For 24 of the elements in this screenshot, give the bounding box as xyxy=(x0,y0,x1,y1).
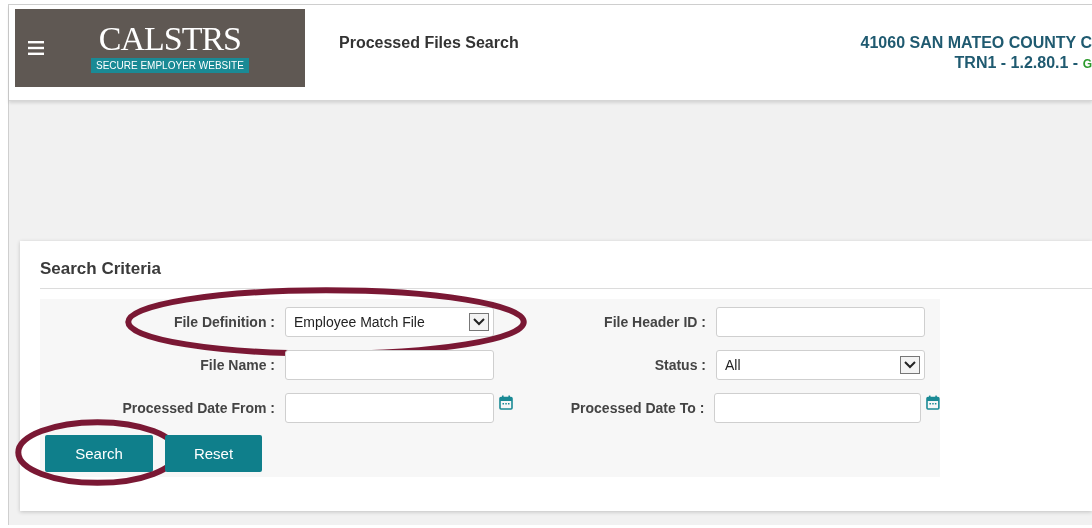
logo-tagline: SECURE EMPLOYER WEBSITE xyxy=(91,58,249,73)
reset-button[interactable]: Reset xyxy=(165,435,262,472)
input-field[interactable] xyxy=(285,350,494,380)
calendar-icon[interactable] xyxy=(499,395,513,410)
date-field[interactable] xyxy=(285,393,494,423)
input-field[interactable] xyxy=(716,307,925,337)
select-field[interactable]: Employee Match File xyxy=(285,307,494,337)
employer-name: 41060 SAN MATEO COUNTY C xyxy=(860,34,1092,51)
field-label: Processed Date From : xyxy=(121,400,276,416)
search-button[interactable]: Search xyxy=(45,435,153,472)
menu-icon[interactable] xyxy=(28,40,44,55)
field-label: File Name : xyxy=(199,357,276,373)
field-label: Processed Date To : xyxy=(569,400,706,416)
date-field[interactable] xyxy=(714,393,922,423)
environment-version: TRN1 - 1.2.80.1 - xyxy=(954,54,1079,71)
logo-name: CALSTRS xyxy=(98,22,242,56)
section-title: Search Criteria xyxy=(40,241,1092,289)
field-label: File Definition : xyxy=(172,314,276,330)
calendar-icon[interactable] xyxy=(926,395,940,410)
select-field[interactable]: All xyxy=(716,350,925,380)
environment-status: G xyxy=(1082,57,1092,71)
page-title: Processed Files Search xyxy=(339,33,519,52)
field-label: Status : xyxy=(653,357,707,373)
field-label: File Header ID : xyxy=(603,314,707,330)
